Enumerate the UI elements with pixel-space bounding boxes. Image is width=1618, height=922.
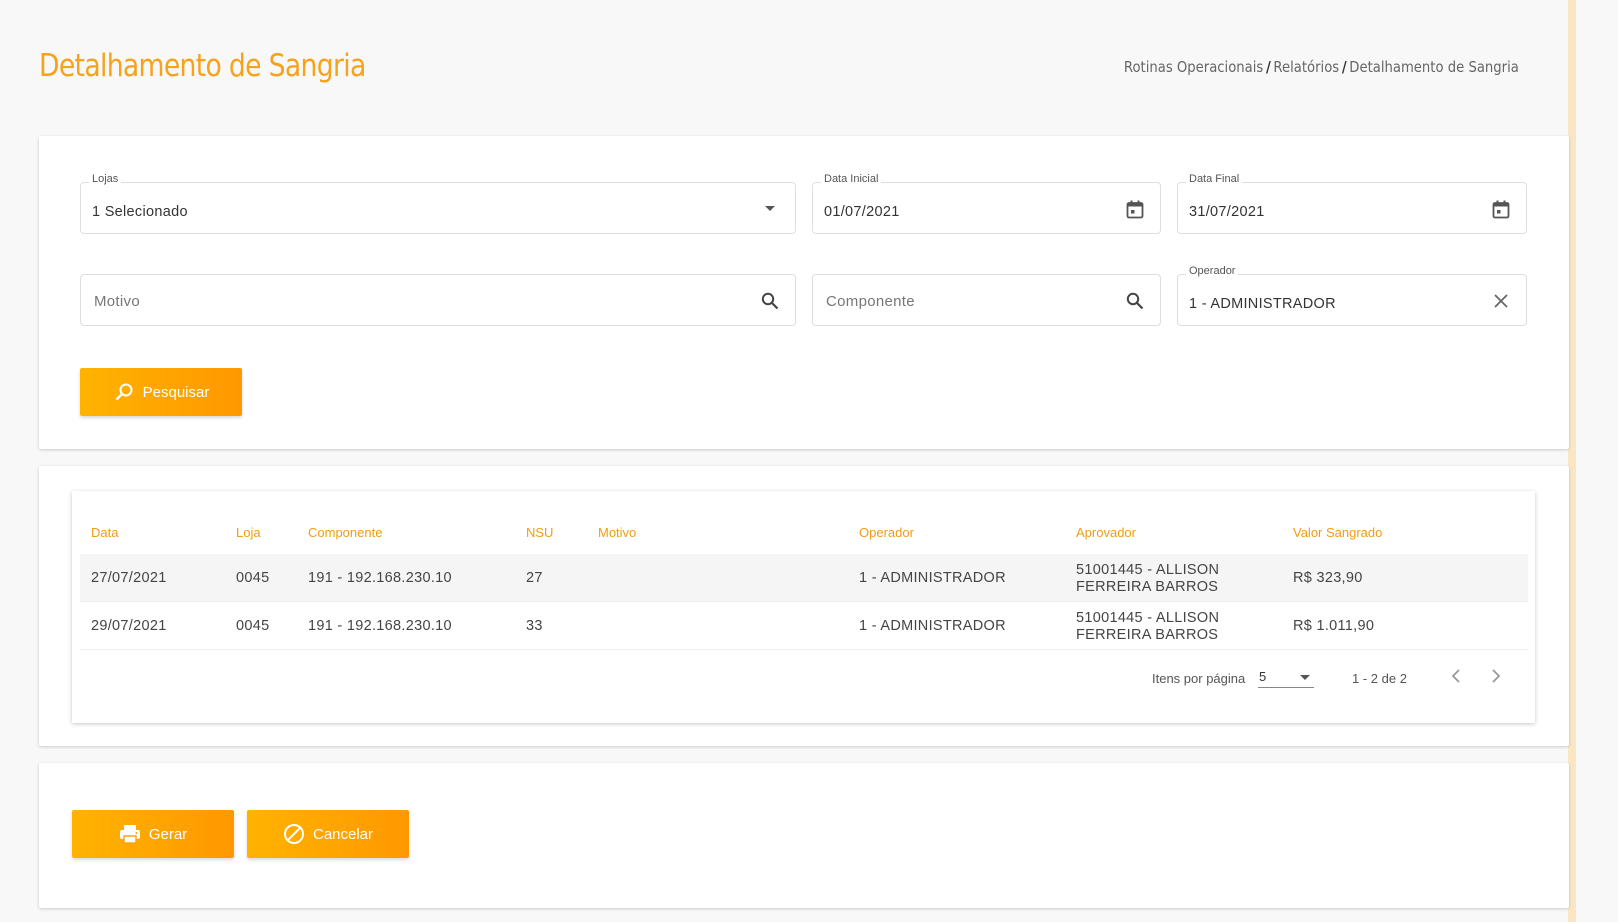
cell-aprovador-line1: 51001445 - ALLISON [1076, 562, 1220, 578]
breadcrumb-item-rotinas[interactable]: Rotinas Operacionais [1124, 58, 1263, 76]
column-header-loja[interactable]: Loja [236, 525, 261, 540]
breadcrumb-item-current: Detalhamento de Sangria [1349, 58, 1519, 76]
page-title: Detalhamento de Sangria [39, 48, 366, 84]
cell-aprovador-line2: FERREIRA BARROS [1076, 579, 1219, 595]
cell-aprovador: 51001445 - ALLISON FERREIRA BARROS [1076, 562, 1276, 596]
column-header-motivo[interactable]: Motivo [598, 525, 636, 540]
table-row[interactable]: 27/07/2021 0045 191 - 192.168.230.10 27 … [80, 554, 1528, 602]
motivo-placeholder: Motivo [94, 293, 140, 310]
componente-placeholder: Componente [826, 293, 915, 310]
actions-card: Gerar Cancelar [39, 763, 1569, 908]
cell-aprovador-line2: FERREIRA BARROS [1076, 627, 1219, 643]
breadcrumb-separator: / [1266, 58, 1271, 76]
data-final-value: 31/07/2021 [1189, 204, 1265, 220]
cell-valor: R$ 1.011,90 [1293, 618, 1375, 634]
cell-valor: R$ 323,90 [1293, 570, 1363, 586]
cancel-icon [283, 823, 305, 845]
operador-field[interactable]: Operador 1 - ADMINISTRADOR [1177, 265, 1527, 326]
search-icon [113, 381, 135, 403]
cell-aprovador: 51001445 - ALLISON FERREIRA BARROS [1076, 610, 1276, 644]
cell-componente: 191 - 192.168.230.10 [308, 618, 452, 634]
column-header-componente[interactable]: Componente [308, 525, 382, 540]
search-icon[interactable] [1124, 290, 1146, 312]
lojas-select[interactable]: Lojas 1 Selecionado [80, 173, 796, 234]
cell-operador: 1 - ADMINISTRADOR [859, 618, 1006, 634]
scroll-edge [1568, 0, 1576, 922]
cell-operador: 1 - ADMINISTRADOR [859, 570, 1006, 586]
column-header-aprovador[interactable]: Aprovador [1076, 525, 1136, 540]
data-inicial-field[interactable]: Data Inicial 01/07/2021 [812, 173, 1161, 234]
search-icon[interactable] [759, 290, 781, 312]
data-final-label: Data Final [1186, 173, 1243, 185]
breadcrumb-item-relatorios[interactable]: Relatórios [1274, 58, 1340, 76]
column-header-valor-sangrado[interactable]: Valor Sangrado [1293, 525, 1382, 540]
cell-data: 29/07/2021 [91, 618, 167, 634]
lojas-label: Lojas [89, 173, 122, 185]
filter-card: Lojas 1 Selecionado Data Inicial 01/07/2… [39, 136, 1569, 449]
cell-nsu: 33 [526, 618, 543, 634]
calendar-icon[interactable] [1124, 198, 1146, 220]
page-range-label: 1 - 2 de 2 [1352, 671, 1407, 686]
gerar-button[interactable]: Gerar [72, 810, 234, 858]
cell-aprovador-line1: 51001445 - ALLISON [1076, 610, 1220, 626]
cell-loja: 0045 [236, 570, 270, 586]
column-header-nsu[interactable]: NSU [526, 525, 553, 540]
dropdown-arrow-icon[interactable] [759, 198, 781, 220]
dropdown-arrow-icon [1300, 675, 1310, 680]
gerar-label: Gerar [148, 825, 188, 843]
calendar-icon[interactable] [1490, 198, 1512, 220]
cell-data: 27/07/2021 [91, 570, 167, 586]
lojas-value: 1 Selecionado [92, 204, 188, 220]
cell-nsu: 27 [526, 570, 543, 586]
items-per-page-label: Itens por página [1152, 671, 1246, 686]
column-header-data[interactable]: Data [91, 525, 118, 540]
results-table: Data Loja Componente NSU Motivo Operador… [72, 491, 1535, 723]
cancelar-label: Cancelar [312, 825, 374, 843]
motivo-input[interactable]: Motivo [80, 274, 796, 326]
breadcrumb-separator: / [1341, 58, 1347, 76]
cancelar-button[interactable]: Cancelar [247, 810, 409, 858]
breadcrumb: Rotinas Operacionais / Relatórios / Detalham… [1124, 58, 1519, 76]
page-size-select[interactable]: 5 [1258, 664, 1314, 688]
cell-loja: 0045 [236, 618, 270, 634]
table-row[interactable]: 29/07/2021 0045 191 - 192.168.230.10 33 … [80, 602, 1528, 650]
close-icon[interactable] [1490, 290, 1512, 312]
next-page-button[interactable] [1483, 663, 1509, 689]
cell-componente: 191 - 192.168.230.10 [308, 570, 452, 586]
pesquisar-label: Pesquisar [142, 383, 210, 401]
operador-label: Operador [1186, 265, 1239, 277]
data-inicial-label: Data Inicial [821, 173, 882, 185]
pesquisar-button[interactable]: Pesquisar [80, 368, 242, 416]
printer-icon [119, 823, 141, 845]
previous-page-button[interactable] [1443, 663, 1469, 689]
column-header-operador[interactable]: Operador [859, 525, 914, 540]
page-size-value: 5 [1259, 669, 1267, 684]
data-final-field[interactable]: Data Final 31/07/2021 [1177, 173, 1527, 234]
componente-input[interactable]: Componente [812, 274, 1161, 326]
operador-value: 1 - ADMINISTRADOR [1189, 296, 1336, 312]
data-inicial-value: 01/07/2021 [824, 204, 900, 220]
results-card: Data Loja Componente NSU Motivo Operador… [39, 466, 1569, 746]
